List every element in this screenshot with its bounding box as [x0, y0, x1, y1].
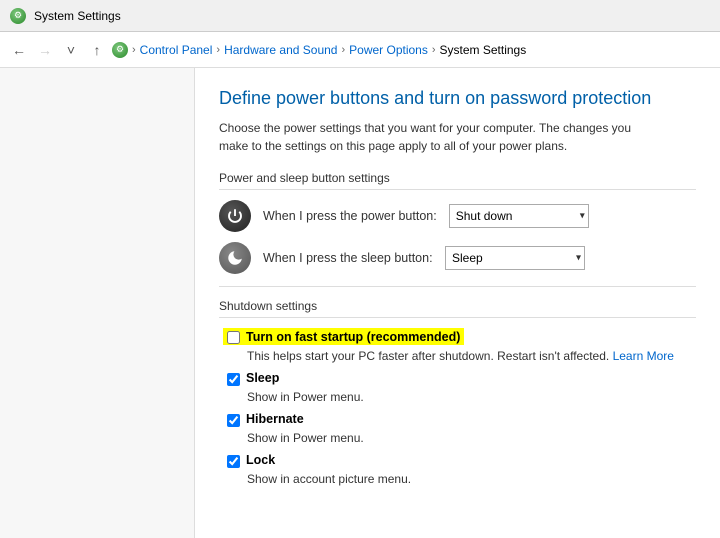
power-dropdown-wrapper[interactable]: Shut down Sleep Hibernate Turn off the d… — [449, 204, 589, 228]
fast-startup-checkbox[interactable] — [227, 331, 240, 344]
sleep-button-row: When I press the sleep button: Sleep Shu… — [219, 242, 696, 274]
sleep-dropdown-wrapper[interactable]: Sleep Shut down Hibernate Turn off the d… — [445, 246, 585, 270]
fast-startup-row: Turn on fast startup (recommended) — [219, 328, 696, 345]
breadcrumb-system-settings: System Settings — [440, 43, 527, 57]
page-title: Define power buttons and turn on passwor… — [219, 88, 696, 109]
sleep-sub-text: Show in Power menu. — [219, 390, 696, 404]
power-button-label: When I press the power button: — [263, 209, 437, 223]
power-button-row: When I press the power button: Shut down… — [219, 200, 696, 232]
content-area: Define power buttons and turn on passwor… — [195, 68, 720, 538]
lock-label: Lock — [246, 453, 275, 467]
dropdown-button[interactable]: ˅ — [60, 39, 82, 61]
sleep-button-label: When I press the sleep button: — [263, 251, 433, 265]
sep2: › — [216, 44, 220, 56]
back-button[interactable]: ← — [8, 39, 30, 61]
sleep-checkbox[interactable] — [227, 373, 240, 386]
lock-row: Lock — [219, 453, 696, 468]
main-layout: Define power buttons and turn on passwor… — [0, 68, 720, 538]
shutdown-section-label: Shutdown settings — [219, 299, 696, 318]
separator — [219, 286, 696, 287]
hibernate-checkbox[interactable] — [227, 414, 240, 427]
nav-bar: ← → ˅ ↑ ⚙ › Control Panel › Hardware and… — [0, 32, 720, 68]
power-icon — [219, 200, 251, 232]
breadcrumb-hardware-sound[interactable]: Hardware and Sound — [224, 43, 337, 57]
title-bar-text: System Settings — [34, 9, 121, 23]
forward-button[interactable]: → — [34, 39, 56, 61]
power-sleep-section-label: Power and sleep button settings — [219, 171, 696, 190]
sleep-label: Sleep — [246, 371, 279, 385]
sleep-icon — [219, 242, 251, 274]
up-button[interactable]: ↑ — [86, 39, 108, 61]
page-description: Choose the power settings that you want … — [219, 119, 659, 155]
app-icon: ⚙ — [10, 8, 26, 24]
sidebar — [0, 68, 195, 538]
sep3: › — [341, 44, 345, 56]
fast-startup-highlight: Turn on fast startup (recommended) — [223, 328, 464, 345]
sep1: › — [132, 44, 136, 56]
breadcrumb-control-panel[interactable]: Control Panel — [140, 43, 213, 57]
breadcrumb-icon: ⚙ — [112, 42, 128, 58]
power-dropdown[interactable]: Shut down Sleep Hibernate Turn off the d… — [449, 204, 589, 228]
hibernate-label: Hibernate — [246, 412, 304, 426]
title-bar: ⚙ System Settings — [0, 0, 720, 32]
breadcrumb-power-options[interactable]: Power Options — [349, 43, 428, 57]
fast-startup-description: This helps start your PC faster after sh… — [219, 349, 696, 363]
sleep-dropdown[interactable]: Sleep Shut down Hibernate Turn off the d… — [445, 246, 585, 270]
lock-sub-text: Show in account picture menu. — [219, 472, 696, 486]
fast-startup-label: Turn on fast startup (recommended) — [246, 330, 460, 344]
lock-checkbox[interactable] — [227, 455, 240, 468]
breadcrumb: ⚙ › Control Panel › Hardware and Sound ›… — [112, 42, 526, 58]
sleep-row: Sleep — [219, 371, 696, 386]
hibernate-sub-text: Show in Power menu. — [219, 431, 696, 445]
learn-more-link[interactable]: Learn More — [613, 349, 674, 363]
hibernate-row: Hibernate — [219, 412, 696, 427]
sep4: › — [432, 44, 436, 56]
